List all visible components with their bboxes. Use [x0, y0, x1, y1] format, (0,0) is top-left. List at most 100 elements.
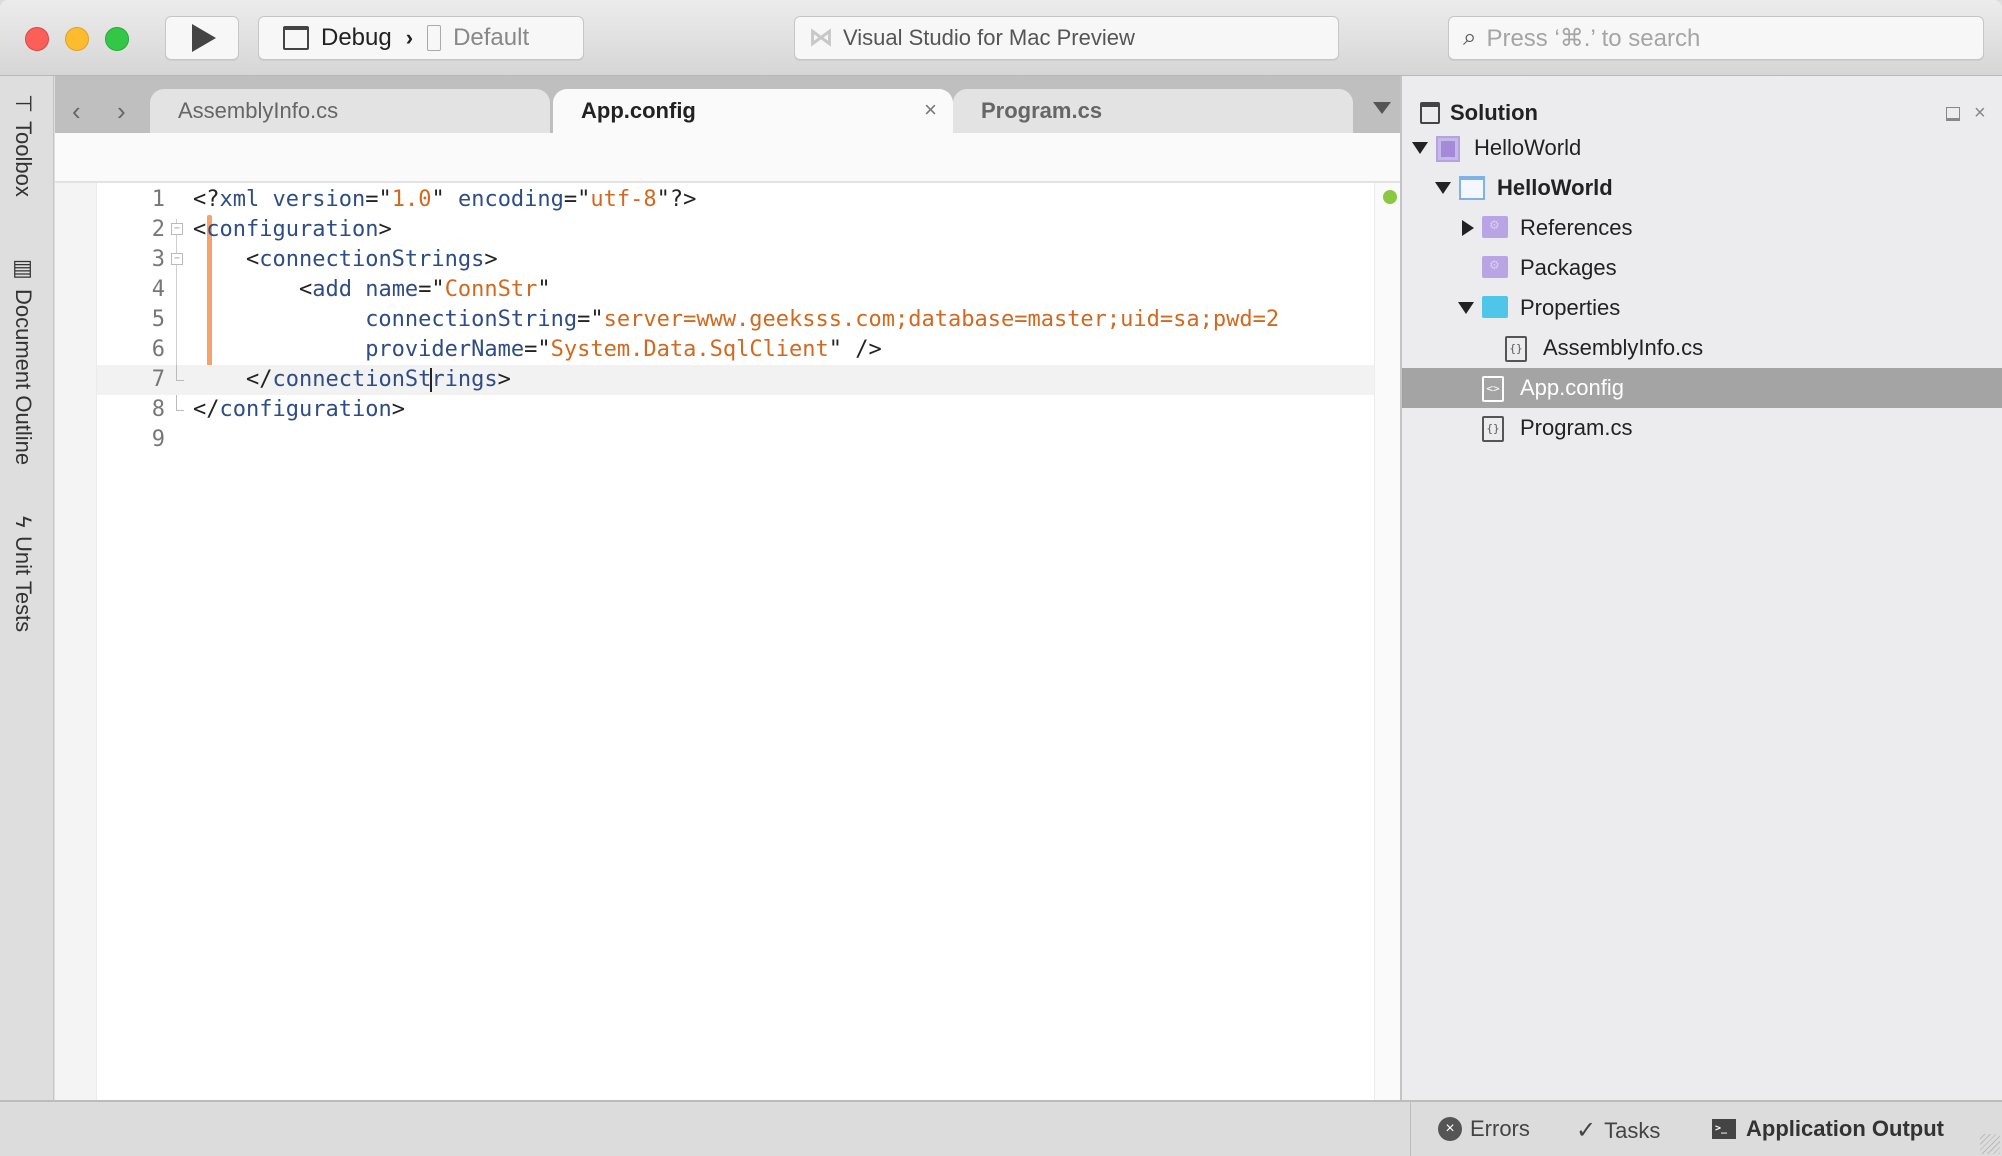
code-text: </configuration>: [193, 395, 405, 425]
pad-label: Document Outline: [11, 289, 36, 466]
configuration-label: Debug: [321, 24, 392, 51]
configuration-icon: [283, 26, 309, 50]
line-number: 1: [151, 187, 165, 212]
csharp-file-icon: {}: [1505, 336, 1527, 362]
maximize-pad-button[interactable]: [1946, 107, 1960, 121]
punctuation-token: [193, 337, 365, 362]
pad-toolbox[interactable]: ⊤ Toolbox: [10, 94, 36, 197]
punctuation-token: <?: [193, 187, 220, 212]
disclosure-open-icon[interactable]: [1458, 302, 1474, 314]
disclosure-open-icon[interactable]: [1435, 182, 1451, 194]
search-input[interactable]: ⌕ Press ‘⌘.’ to search: [1448, 16, 1984, 60]
tree-item[interactable]: Properties: [1402, 288, 2002, 328]
overview-ruler[interactable]: [1374, 183, 1400, 1100]
special-folder-icon: [1482, 216, 1508, 238]
navigate-forward-button[interactable]: ›: [117, 96, 126, 127]
close-pad-button[interactable]: ×: [1974, 102, 1986, 125]
punctuation-token: =": [524, 337, 551, 362]
run-button[interactable]: [165, 16, 239, 60]
tree-item-label: References: [1520, 215, 1633, 240]
minimize-window-button[interactable]: [65, 27, 89, 51]
chevron-right-icon: ›: [405, 25, 414, 50]
search-placeholder: Press ‘⌘.’ to search: [1486, 24, 1701, 52]
tab-app-config[interactable]: App.config ×: [553, 89, 953, 133]
tab-overflow-dropdown-icon[interactable]: [1373, 102, 1391, 114]
punctuation-token: =": [563, 187, 591, 212]
punctuation-token: "?>: [656, 187, 697, 212]
csharp-file-icon: {}: [1482, 416, 1504, 442]
tree-item-label: HelloWorld: [1497, 175, 1613, 200]
code-lines[interactable]: 1 <?xml version="1.0" encoding="utf-8"?> 2…: [97, 183, 1429, 1100]
resize-grip[interactable]: [1980, 1134, 2000, 1154]
code-line[interactable]: 4 <add name="ConnStr": [97, 275, 1387, 305]
punctuation-token: >: [484, 247, 498, 272]
tree-item[interactable]: Packages: [1402, 248, 2002, 288]
outline-icon: ▤: [11, 256, 36, 281]
code-text: <add name="ConnStr": [193, 275, 551, 305]
terminal-icon: >_: [1712, 1119, 1736, 1139]
punctuation-token: =": [577, 307, 604, 332]
tasks-label: Tasks: [1604, 1117, 1661, 1143]
xml-tag-token: configuration: [206, 217, 379, 242]
status-bar: ⋈ Visual Studio for Mac Preview: [794, 16, 1339, 60]
code-line[interactable]: 8 </configuration>: [97, 395, 1387, 425]
xml-tag-token: add name: [312, 277, 419, 302]
tree-item[interactable]: HelloWorld: [1402, 168, 2002, 208]
code-line[interactable]: 9: [97, 425, 1387, 455]
tab-label: Program.cs: [981, 98, 1103, 123]
line-number: 9: [151, 427, 165, 452]
code-line[interactable]: 2− <configuration>: [97, 215, 1387, 245]
tree-item[interactable]: {} AssemblyInfo.cs: [1402, 328, 2002, 368]
tree-item[interactable]: <> App.config: [1402, 368, 2002, 408]
errors-button[interactable]: × Errors: [1438, 1116, 1530, 1142]
code-editor[interactable]: 1 <?xml version="1.0" encoding="utf-8"?> 2…: [55, 183, 1400, 1100]
code-line[interactable]: 1 <?xml version="1.0" encoding="utf-8"?>: [97, 185, 1387, 215]
pad-label: Unit Tests: [11, 535, 36, 632]
line-number: 4: [151, 277, 165, 302]
punctuation-token: ": [537, 277, 551, 302]
punctuation-token: [193, 307, 365, 332]
maximize-window-button[interactable]: [105, 27, 129, 51]
folder-icon: [1482, 296, 1508, 318]
disclosure-closed-icon[interactable]: [1462, 220, 1474, 236]
code-line[interactable]: 3− <connectionStrings>: [97, 245, 1387, 275]
application-output-button[interactable]: >_ Application Output: [1712, 1116, 1944, 1142]
hammer-icon: ⊤: [11, 94, 36, 114]
punctuation-token: >: [378, 217, 392, 242]
disclosure-open-icon[interactable]: [1412, 142, 1428, 154]
solution-header: Solution: [1420, 100, 1538, 126]
tree-item-label: Properties: [1520, 295, 1621, 320]
tree-item-label: AssemblyInfo.cs: [1543, 335, 1704, 360]
code-line[interactable]: 6 providerName="System.Data.SqlClient" /…: [97, 335, 1387, 365]
navigate-back-button[interactable]: ‹: [72, 96, 81, 127]
code-line[interactable]: 5 connectionString="server=www.geeksss.c…: [97, 305, 1387, 335]
tree-item[interactable]: HelloWorld: [1402, 128, 2002, 168]
configuration-selector[interactable]: Debug › Default: [258, 16, 584, 60]
tab-program[interactable]: Program.cs: [953, 89, 1353, 133]
xml-string-token: System.Data.SqlClient: [550, 337, 829, 362]
tab-assemblyinfo[interactable]: AssemblyInfo.cs: [150, 89, 550, 133]
fold-toggle-icon[interactable]: −: [171, 253, 183, 265]
tree-item[interactable]: {} Program.cs: [1402, 408, 2002, 448]
checkmark-icon: ✓: [1576, 1117, 1597, 1144]
punctuation-token: " />: [828, 337, 882, 362]
code-line[interactable]: 7 </connectionStrings>: [97, 365, 1387, 395]
code-text: providerName="System.Data.SqlClient" />: [193, 335, 882, 365]
punctuation-token: <: [193, 277, 313, 302]
pad-document-outline[interactable]: ▤ Document Outline: [10, 256, 36, 465]
error-icon: ×: [1438, 1117, 1462, 1141]
xml-string-token: server=www.geeksss.com;database=master;u…: [603, 307, 1280, 332]
xml-tag-token: encoding: [457, 187, 564, 212]
close-window-button[interactable]: [25, 27, 49, 51]
tree-item[interactable]: References: [1402, 208, 2002, 248]
device-label: Default: [453, 24, 530, 51]
bottom-bar: × Errors ✓ Tasks >_ Application Output: [0, 1100, 2002, 1156]
pad-unit-tests[interactable]: ϟ Unit Tests: [10, 516, 36, 632]
tasks-button[interactable]: ✓ Tasks: [1576, 1116, 1660, 1145]
fold-toggle-icon[interactable]: −: [171, 223, 183, 235]
divider: [1410, 1102, 1411, 1156]
errors-label: Errors: [1470, 1116, 1530, 1141]
punctuation-token: <: [193, 217, 207, 242]
close-tab-icon[interactable]: ×: [924, 97, 937, 123]
status-ok-indicator-icon: [1383, 190, 1397, 204]
